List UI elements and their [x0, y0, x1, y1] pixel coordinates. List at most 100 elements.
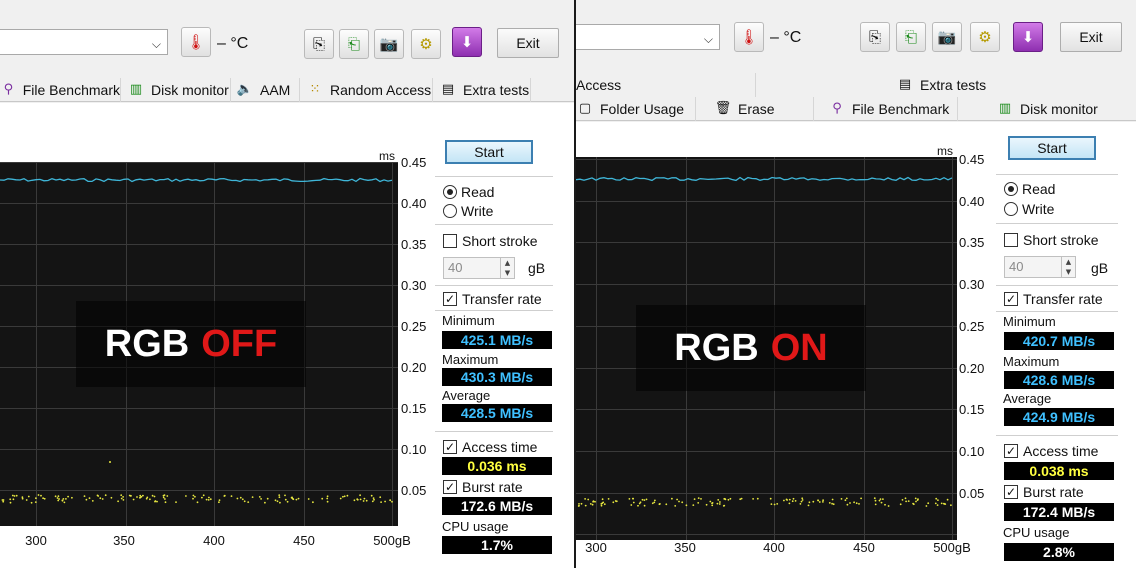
thermometer-icon[interactable]: 🌡	[734, 22, 764, 52]
access-time-point	[937, 499, 939, 501]
access-time-point	[223, 495, 226, 497]
access-time-point	[600, 503, 603, 505]
exit-button[interactable]: Exit	[1060, 22, 1122, 52]
access-time-point	[950, 504, 952, 507]
paste-icon[interactable]: ⎗	[339, 29, 369, 59]
tab-random-access[interactable]: Access	[576, 73, 756, 97]
x-tick-label: 400	[203, 533, 225, 548]
burst-rate-checkbox[interactable]: ✓ Burst rate	[1004, 484, 1084, 500]
graph-unit: ms	[937, 144, 953, 158]
access-time-point	[628, 498, 631, 500]
tab-file-benchmark[interactable]: ⚲ File Benchmark	[828, 97, 958, 121]
radio-label: Write	[1022, 201, 1055, 217]
thermometer-icon[interactable]: 🌡	[181, 27, 211, 57]
start-button[interactable]: Start	[445, 140, 533, 164]
x-tick-label: 300	[585, 540, 607, 555]
access-time-point	[612, 501, 615, 504]
access-time-point	[801, 497, 804, 500]
read-radio[interactable]: Read	[1004, 181, 1055, 197]
tab-extra-tests[interactable]: ▤ Extra tests	[439, 78, 531, 102]
stroke-size-stepper[interactable]: 40 ▲ ▼	[1004, 256, 1076, 278]
download-icon[interactable]: ⬇	[452, 27, 482, 57]
stepper-arrows-icon[interactable]: ▲ ▼	[1061, 257, 1075, 277]
access-time-point	[899, 503, 902, 506]
start-button[interactable]: Start	[1008, 136, 1096, 160]
access-time-point	[274, 499, 277, 502]
read-radio[interactable]: Read	[443, 184, 494, 200]
short-stroke-checkbox[interactable]: Short stroke	[443, 233, 537, 249]
access-time-point	[307, 498, 310, 500]
access-time-point	[630, 504, 633, 506]
short-stroke-checkbox[interactable]: Short stroke	[1004, 232, 1098, 248]
tab-file-benchmark[interactable]: ⚲ File Benchmark	[0, 78, 121, 102]
copy-icon[interactable]: ⎘	[860, 22, 890, 52]
y-tick-label: 0.20	[959, 360, 985, 376]
tab-extra-tests[interactable]: ▤ Extra tests	[896, 73, 1016, 97]
drive-select[interactable]: ⌵	[576, 24, 720, 50]
access-time-point	[678, 500, 680, 503]
tab-row-bottom: ▢ Folder Usage 🗑 Erase ⚲ File Benchmark …	[576, 97, 1136, 121]
radio-dot	[1004, 202, 1018, 216]
speaker-icon: 🔈	[236, 82, 254, 97]
access-time-point	[769, 497, 772, 500]
access-time-point	[21, 497, 24, 500]
right-window: ⌵ 🌡 – °C ⎘ ⎗ 📷 ⚙ ⬇ Exit Access ▤ Extra t…	[576, 0, 1136, 568]
access-time-point	[362, 500, 365, 502]
access-time-point	[594, 500, 596, 503]
copy-icon[interactable]: ⎘	[304, 29, 334, 59]
tab-aam[interactable]: 🔈 AAM	[236, 78, 300, 102]
stepper-arrows-icon[interactable]: ▲ ▼	[500, 258, 514, 278]
checkbox-label: Burst rate	[462, 479, 523, 495]
y-tick-label: 0.40	[401, 196, 427, 211]
wrench-icon[interactable]: ⚙	[411, 29, 441, 59]
access-time-point	[637, 504, 639, 507]
drive-select[interactable]: ⌵	[0, 29, 168, 55]
transfer-rate-checkbox[interactable]: ✓ Transfer rate	[1004, 291, 1103, 307]
access-time-checkbox[interactable]: ✓ Access time	[443, 439, 537, 455]
radio-label: Write	[461, 203, 494, 219]
camera-icon[interactable]: 📷	[374, 29, 404, 59]
access-time-point	[770, 503, 773, 505]
access-time-point	[230, 495, 233, 497]
stroke-size-stepper[interactable]: 40 ▲ ▼	[443, 257, 515, 279]
access-time-point	[840, 498, 843, 500]
access-time-point	[166, 495, 169, 497]
tab-disk-monitor[interactable]: ▥ Disk monitor	[996, 97, 1136, 121]
access-time-point	[151, 494, 154, 497]
access-time-point	[202, 494, 205, 497]
access-time-point	[27, 495, 30, 498]
write-radio[interactable]: Write	[443, 203, 493, 219]
tab-disk-monitor[interactable]: ▥ Disk monitor	[127, 78, 231, 102]
wrench-icon[interactable]: ⚙	[970, 22, 1000, 52]
access-time-point	[832, 503, 835, 506]
write-radio[interactable]: Write	[1004, 201, 1054, 217]
access-time-point	[196, 501, 199, 504]
paste-icon[interactable]: ⎗	[896, 22, 926, 52]
tab-label: Random Access	[330, 82, 432, 98]
tab-erase[interactable]: 🗑 Erase	[714, 97, 814, 121]
camera-icon[interactable]: 📷	[932, 22, 962, 52]
disk-monitor-icon: ▥	[998, 101, 1012, 116]
access-time-point	[57, 499, 60, 502]
y-tick-label: 0.25	[401, 319, 427, 334]
burst-rate-checkbox[interactable]: ✓ Burst rate	[443, 479, 523, 495]
y-tick-label: 0.45	[959, 152, 985, 167]
access-time-point	[342, 495, 344, 498]
access-time-point	[709, 500, 712, 503]
access-time-point	[858, 503, 860, 505]
tab-folder-usage[interactable]: ▢ Folder Usage	[576, 97, 696, 121]
divider	[996, 174, 1118, 175]
erase-icon: 🗑	[714, 101, 732, 116]
access-time-point	[773, 503, 776, 506]
access-time-point	[295, 498, 298, 501]
access-time-checkbox[interactable]: ✓ Access time	[1004, 443, 1098, 459]
transfer-rate-checkbox[interactable]: ✓ Transfer rate	[443, 291, 542, 307]
access-time-point	[384, 500, 386, 503]
stroke-unit: gB	[1091, 260, 1109, 276]
tab-random-access[interactable]: ⁙ Random Access	[306, 78, 433, 102]
download-icon[interactable]: ⬇	[1013, 22, 1043, 52]
exit-button[interactable]: Exit	[497, 28, 559, 58]
access-time-point	[729, 497, 732, 500]
checkbox-label: Transfer rate	[462, 291, 542, 307]
y-tick-label: 0.35	[401, 237, 427, 252]
